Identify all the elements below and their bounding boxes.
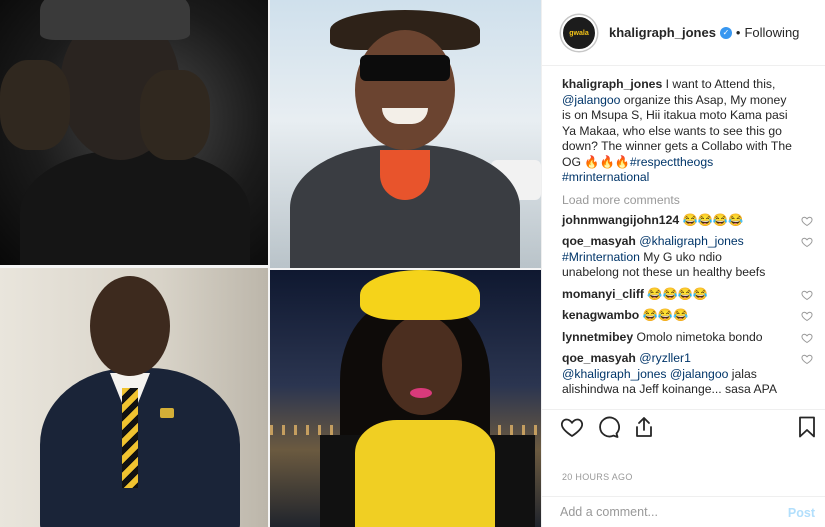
comment-like-heart-icon[interactable] [801, 215, 813, 227]
figure-shirt [380, 150, 430, 200]
post-caption: khaligraph_jones I want to Attend this, … [562, 77, 795, 186]
comment: qoe_masyah @khaligraph_jones #Mrinternat… [562, 234, 813, 281]
figure-tie [122, 388, 138, 488]
comment-text: 😂😂😂 [639, 308, 689, 322]
post-header: gwala khaligraph_jones ✓ • Following [542, 0, 825, 66]
collage-photo-bottom-right [270, 270, 541, 527]
post-action-bar [542, 409, 825, 443]
load-more-comments-button[interactable]: Load more comments [562, 193, 795, 207]
heart-icon[interactable] [560, 415, 584, 439]
comment-username[interactable]: momanyi_cliff [562, 287, 644, 301]
post-side-panel: gwala khaligraph_jones ✓ • Following kha… [541, 0, 825, 527]
caption-hashtag[interactable]: #respecttheogs [630, 155, 713, 169]
figure-top [355, 420, 495, 527]
add-comment-bar: Post [542, 496, 825, 527]
collage-photo-bottom-left [0, 268, 268, 527]
figure-head [355, 30, 455, 150]
figure-hand-left [0, 60, 70, 150]
figure-sunglasses [360, 55, 450, 81]
share-icon[interactable] [632, 415, 656, 439]
comment-icon[interactable] [596, 415, 620, 439]
separator-dot: • [735, 25, 741, 40]
comment: johnmwangijohn124 😂😂😂😂 [562, 212, 813, 229]
comment-username[interactable]: johnmwangijohn124 [562, 213, 679, 227]
comment-like-heart-icon[interactable] [801, 310, 813, 322]
comment-username[interactable]: qoe_masyah [562, 351, 636, 365]
caption-username[interactable]: khaligraph_jones [562, 77, 662, 91]
post-comment-button[interactable]: Post [788, 506, 815, 520]
figure-cap [40, 0, 190, 40]
bookmark-icon[interactable] [795, 415, 819, 439]
following-button[interactable]: Following [744, 25, 799, 40]
comment-username[interactable]: lynnetmibey [562, 330, 633, 344]
figure-head [382, 315, 462, 415]
comment-text: 😂😂😂😂 [643, 286, 709, 301]
comment-like-heart-icon[interactable] [801, 353, 813, 365]
post-username[interactable]: khaligraph_jones [609, 25, 716, 40]
comments-list[interactable]: khaligraph_jones I want to Attend this, … [542, 67, 825, 409]
post-timestamp[interactable]: 20 HOURS AGO [562, 472, 633, 482]
add-comment-input[interactable] [560, 505, 760, 519]
comment-mention-2[interactable]: @khaligraph_jones [562, 367, 667, 381]
comment-like-heart-icon[interactable] [801, 236, 813, 248]
verified-badge-icon: ✓ [719, 26, 732, 39]
figure-lips [410, 388, 432, 398]
comment-like-heart-icon[interactable] [801, 289, 813, 301]
collage-photo-top-right [270, 0, 541, 268]
comment: qoe_masyah @ryzller1 @khaligraph_jones @… [562, 351, 813, 398]
comment-mention[interactable]: @ryzller1 [639, 351, 691, 365]
comment: kenagwambo 😂😂😂 [562, 308, 813, 324]
comment-like-heart-icon[interactable] [801, 332, 813, 344]
caption-mention[interactable]: @jalangoo [562, 93, 620, 107]
figure-torso [20, 150, 250, 265]
post-image-collage[interactable] [0, 0, 541, 527]
caption-text: I want to Attend this, [662, 77, 776, 91]
figure-hand-right [140, 70, 210, 160]
avatar[interactable]: gwala [561, 14, 597, 51]
collage-photo-top-left [0, 0, 268, 265]
figure-head [90, 276, 170, 376]
avatar-logo-text: gwala [569, 29, 589, 37]
caption-hashtag-2[interactable]: #mrinternational [562, 170, 649, 184]
comment-text: 😂😂😂😂 [679, 212, 744, 227]
comment-hashtag[interactable]: #Mrinternation [562, 250, 640, 264]
comment: lynnetmibey Omolo nimetoka bondo [562, 329, 813, 346]
comment: momanyi_cliff 😂😂😂😂 [562, 286, 813, 303]
comment-mention-3[interactable]: @jalangoo [670, 367, 728, 381]
comment-text: Omolo nimetoka bondo [633, 329, 763, 344]
comment-mention[interactable]: @khaligraph_jones [639, 234, 744, 248]
figure-crown-pin [160, 408, 174, 418]
figure-hat [360, 270, 480, 320]
comment-username[interactable]: kenagwambo [562, 308, 639, 322]
comment-username[interactable]: qoe_masyah [562, 234, 636, 248]
